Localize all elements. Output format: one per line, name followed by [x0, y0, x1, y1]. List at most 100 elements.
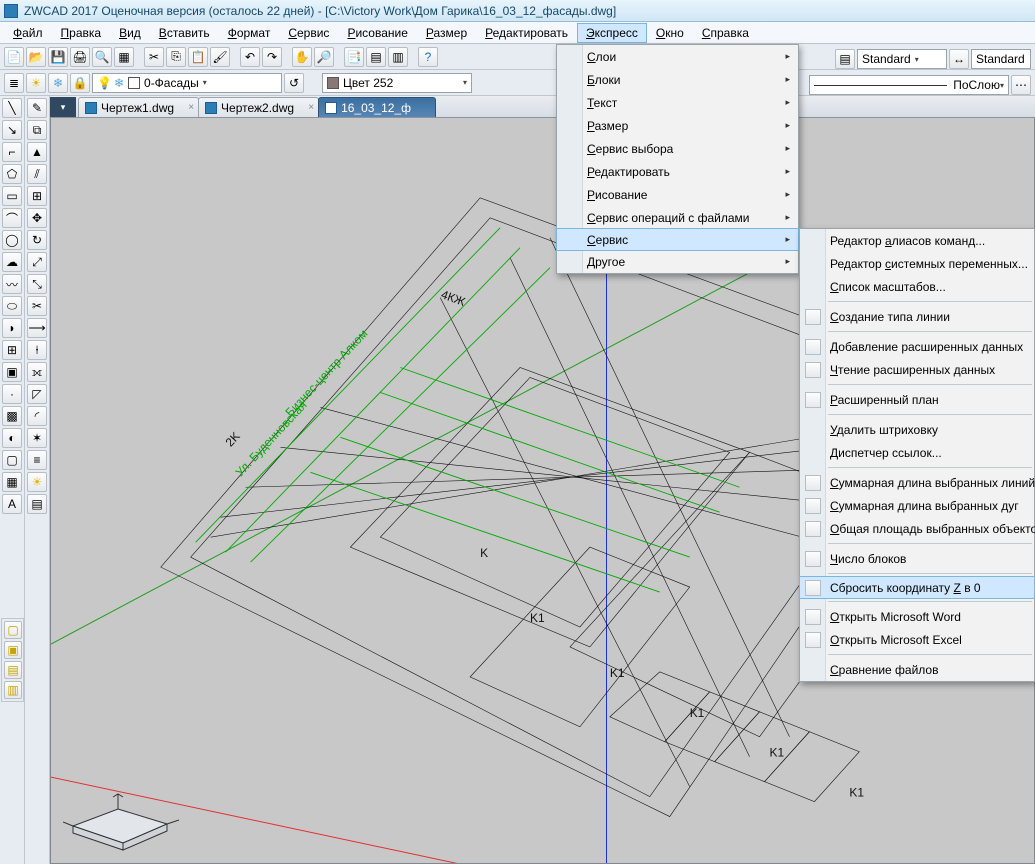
preview-icon[interactable]: 🔍 [92, 47, 112, 67]
back-icon[interactable]: ▣ [4, 641, 22, 659]
rectangle-icon[interactable]: ▭ [2, 186, 22, 206]
menu-правка[interactable]: Правка [52, 23, 111, 43]
move-icon[interactable]: ✥ [27, 208, 47, 228]
spline-icon[interactable]: 〰 [2, 274, 22, 294]
line-icon[interactable]: ╲ [2, 98, 22, 118]
textstyle-icon[interactable]: ▤ [835, 49, 855, 69]
polyline-icon[interactable]: ⌐ [2, 142, 22, 162]
menu-справка[interactable]: Справка [693, 23, 758, 43]
service-item[interactable]: Список масштабов... [800, 275, 1034, 298]
matchprop-icon[interactable]: 🖌 [210, 47, 230, 67]
express-item[interactable]: Сервис операций с файлами▸ [557, 206, 798, 229]
express-item[interactable]: Другое▸ [557, 250, 798, 273]
plot-icon[interactable]: ▦ [114, 47, 134, 67]
menu-экспресс[interactable]: Экспресс [577, 23, 647, 43]
express-item[interactable]: Редактировать▸ [557, 160, 798, 183]
service-item[interactable]: Расширенный план [800, 388, 1034, 411]
menu-вставить[interactable]: Вставить [150, 23, 219, 43]
sun2-icon[interactable]: ☀ [27, 472, 47, 492]
linetype-combo[interactable]: ПоСлою ▾ [809, 75, 1009, 95]
service-item[interactable]: Число блоков [800, 547, 1034, 570]
service-item[interactable]: Сравнение файлов [800, 658, 1034, 681]
save-icon[interactable]: 💾 [48, 47, 68, 67]
region-icon[interactable]: ▢ [2, 450, 22, 470]
close-icon[interactable]: × [188, 102, 194, 113]
express-item[interactable]: Размер▸ [557, 114, 798, 137]
express-item[interactable]: Сервис▸ [556, 228, 799, 251]
layermgr-icon[interactable]: ≣ [4, 73, 24, 93]
layer-combo[interactable]: 💡❄ 0-Фасады ▾ [92, 73, 282, 93]
menu-сервис[interactable]: Сервис [279, 23, 338, 43]
join-icon[interactable]: ⟗ [27, 362, 47, 382]
menu-рисование[interactable]: Рисование [338, 23, 416, 43]
chamfer-icon[interactable]: ◸ [27, 384, 47, 404]
service-item[interactable]: Создание типа линии [800, 305, 1034, 328]
menu-вид[interactable]: Вид [110, 23, 150, 43]
prop2-icon[interactable]: ▤ [27, 494, 47, 514]
print-icon[interactable]: 🖨 [70, 47, 90, 67]
service-item[interactable]: Диспетчер ссылок... [800, 441, 1034, 464]
tab-nav-icon[interactable]: ▾ [50, 97, 76, 117]
lock-icon[interactable]: 🔒 [70, 73, 90, 93]
array-icon[interactable]: ⊞ [27, 186, 47, 206]
dimstyle-icon[interactable]: ↔ [949, 49, 969, 69]
copy-icon[interactable]: ⎘ [166, 47, 186, 67]
menu-окно[interactable]: Окно [647, 23, 693, 43]
express-item[interactable]: Блоки▸ [557, 68, 798, 91]
service-item[interactable]: Открыть Microsoft Word [800, 605, 1034, 628]
rotate-icon[interactable]: ↻ [27, 230, 47, 250]
menu-размер[interactable]: Размер [417, 23, 476, 43]
freeze-icon[interactable]: ❄ [48, 73, 68, 93]
menu-файл[interactable]: Файл [4, 23, 52, 43]
express-item[interactable]: Слои▸ [557, 45, 798, 68]
hatch-icon[interactable]: ▩ [2, 406, 22, 426]
service-item[interactable]: Редактор алиасов команд... [800, 229, 1034, 252]
ray-icon[interactable]: ↘ [2, 120, 22, 140]
above-icon[interactable]: ▤ [4, 661, 22, 679]
offset-icon[interactable]: ⫽ [27, 164, 47, 184]
menu-редактировать[interactable]: Редактировать [476, 23, 577, 43]
menu-формат[interactable]: Формат [219, 23, 280, 43]
express-item[interactable]: Рисование▸ [557, 183, 798, 206]
service-item[interactable]: Суммарная длина выбранных линий [800, 471, 1034, 494]
tab-doc2[interactable]: Чертеж2.dwg × [198, 97, 319, 117]
below-icon[interactable]: ▥ [4, 681, 22, 699]
table-icon[interactable]: ▦ [2, 472, 22, 492]
ellipsearc-icon[interactable]: ◗ [2, 318, 22, 338]
front-icon[interactable]: ▢ [4, 621, 22, 639]
undo-icon[interactable]: ↶ [240, 47, 260, 67]
help-icon[interactable]: ? [418, 47, 438, 67]
copy2-icon[interactable]: ⧉ [27, 120, 47, 140]
open-icon[interactable]: 📂 [26, 47, 46, 67]
express-item[interactable]: Текст▸ [557, 91, 798, 114]
express-item[interactable]: Сервис выбора▸ [557, 137, 798, 160]
align-icon[interactable]: ≡ [27, 450, 47, 470]
revcloud-icon[interactable]: ☁ [2, 252, 22, 272]
extend-icon[interactable]: ⟶ [27, 318, 47, 338]
sun-icon[interactable]: ☀ [26, 73, 46, 93]
erase-icon[interactable]: ✎ [27, 98, 47, 118]
break-icon[interactable]: ⍿ [27, 340, 47, 360]
ellipse-icon[interactable]: ⬭ [2, 296, 22, 316]
service-item[interactable]: Удалить штриховку [800, 418, 1034, 441]
fillet-icon[interactable]: ◜ [27, 406, 47, 426]
designcenter-icon[interactable]: ▤ [366, 47, 386, 67]
polygon-icon[interactable]: ⬠ [2, 164, 22, 184]
toolpalette-icon[interactable]: ▥ [388, 47, 408, 67]
tab-doc3[interactable]: 16_03_12_ф [318, 97, 436, 117]
service-submenu[interactable]: Редактор алиасов команд...Редактор систе… [799, 228, 1035, 682]
block-icon[interactable]: ▣ [2, 362, 22, 382]
mirror-icon[interactable]: ▲ [27, 142, 47, 162]
dimstyle-combo[interactable]: Standard [971, 49, 1031, 69]
props-icon[interactable]: 📑 [344, 47, 364, 67]
close-icon[interactable]: × [308, 102, 314, 113]
redo-icon[interactable]: ↷ [262, 47, 282, 67]
service-item[interactable]: Редактор системных переменных... [800, 252, 1034, 275]
insert-icon[interactable]: ⊞ [2, 340, 22, 360]
linetype-btn1[interactable]: ⋯ [1011, 75, 1031, 95]
service-item[interactable]: Общая площадь выбранных объектов [800, 517, 1034, 540]
service-item[interactable]: Открыть Microsoft Excel [800, 628, 1034, 651]
layerprev-icon[interactable]: ↺ [284, 73, 304, 93]
mtext-icon[interactable]: A [2, 494, 22, 514]
scale-icon[interactable]: ⤢ [27, 252, 47, 272]
